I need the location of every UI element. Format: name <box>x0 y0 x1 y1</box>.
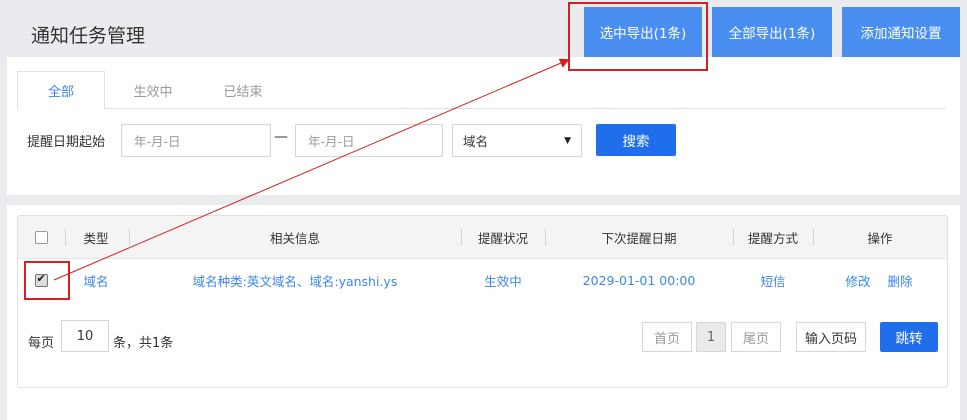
end-date-input[interactable]: 年-月-日 <box>295 124 443 157</box>
first-page-button[interactable]: 首页 <box>642 322 692 352</box>
page-title: 通知任务管理 <box>31 25 146 47</box>
export-all-button[interactable]: 全部导出(1条) <box>712 7 832 57</box>
tab-ended[interactable]: 已结束 <box>199 71 287 110</box>
row-delete-link[interactable]: 删除 <box>880 259 920 302</box>
tab-active[interactable]: 生效中 <box>109 71 197 110</box>
tab-all[interactable]: 全部 <box>17 71 105 110</box>
table-panel: 类型 相关信息 提醒状况 下次提醒日期 提醒方式 操作 域名 域名种类:英文域名… <box>7 205 960 420</box>
row-next-date: 2029-01-01 00:00 <box>582 273 696 288</box>
row-method: 短信 <box>760 274 786 289</box>
row-type: 域名 <box>83 274 109 289</box>
dropdown-arrow-icon: ▼ <box>564 135 571 146</box>
total-count-label: 条，共1条 <box>113 336 174 351</box>
per-page-label: 每页 <box>28 336 55 351</box>
start-date-input[interactable]: 年-月-日 <box>121 124 271 157</box>
column-header-info: 相关信息 <box>269 231 320 246</box>
column-header-next-date: 下次提醒日期 <box>601 231 677 246</box>
date-range-separator: — <box>274 129 288 145</box>
column-header-status: 提醒状况 <box>477 231 528 246</box>
type-select[interactable]: 域名 ▼ <box>452 124 582 157</box>
page-size-input[interactable]: 10 <box>61 320 109 352</box>
row-checkbox[interactable] <box>32 259 50 302</box>
current-page-button[interactable]: 1 <box>696 322 726 352</box>
select-all-checkbox[interactable] <box>32 216 50 259</box>
row-status: 生效中 <box>484 274 522 289</box>
goto-page-input[interactable]: 输入页码 <box>796 322 866 352</box>
export-selected-button[interactable]: 选中导出(1条) <box>584 7 702 57</box>
column-header-actions: 操作 <box>867 231 893 246</box>
jump-button[interactable]: 跳转 <box>880 322 938 352</box>
date-start-label: 提醒日期起始 <box>27 135 106 150</box>
add-notification-setting-button[interactable]: 添加通知设置 <box>842 7 960 57</box>
row-info: 域名种类:英文域名、域名:yanshi.ys <box>192 274 398 289</box>
type-select-value: 域名 <box>463 134 489 149</box>
row-edit-link[interactable]: 修改 <box>838 259 878 302</box>
filter-panel: 全部 生效中 已结束 提醒日期起始 年-月-日 — 年-月-日 域名 ▼ 搜索 <box>7 57 960 195</box>
column-header-type: 类型 <box>83 231 109 246</box>
tab-bar: 全部 生效中 已结束 <box>17 71 945 110</box>
column-header-method: 提醒方式 <box>747 231 798 246</box>
task-table: 类型 相关信息 提醒状况 下次提醒日期 提醒方式 操作 域名 域名种类:英文域名… <box>17 215 948 388</box>
search-button[interactable]: 搜索 <box>596 124 676 156</box>
table-header: 类型 相关信息 提醒状况 下次提醒日期 提醒方式 操作 <box>18 216 947 259</box>
last-page-button[interactable]: 尾页 <box>731 322 781 352</box>
